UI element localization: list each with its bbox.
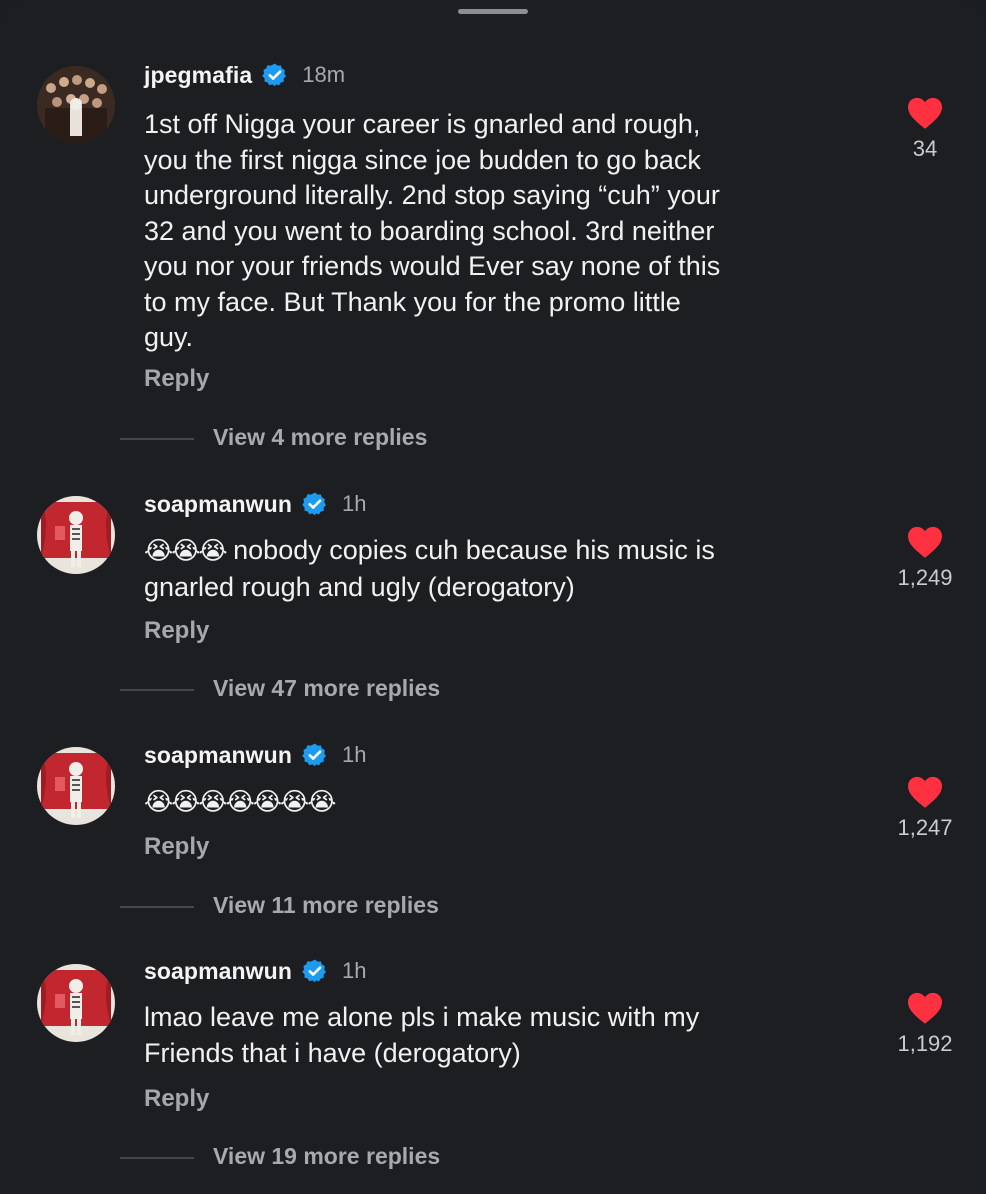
comment-header: soapmanwun 1h [144,740,366,770]
comment-header: jpegmafia 18m [144,60,345,90]
reply-button[interactable]: Reply [144,1085,209,1113]
heart-icon [908,992,942,1024]
avatar-jpegmafia[interactable] [37,66,115,144]
timestamp: 1h [341,958,367,983]
comment-body: nobody copies cuh because his music is g… [144,535,715,602]
reply-button[interactable]: Reply [144,617,209,645]
heart-icon [908,97,942,129]
avatar-soapmanwun[interactable] [37,496,115,574]
avatar-soapmanwun[interactable] [37,964,115,1042]
comment-header: soapmanwun 1h [144,956,366,986]
like-button[interactable]: 34 [880,96,970,162]
like-count: 1,192 [897,1031,953,1056]
comment-text: 😭😭😭 nobody copies cuh because his music … [144,533,884,605]
timestamp: 18m [302,62,346,87]
heart-icon [908,776,942,808]
replies-divider [120,438,194,440]
drag-handle[interactable] [458,9,528,14]
replies-divider [120,689,194,691]
username[interactable]: jpegmafia [144,62,252,89]
like-button[interactable]: 1,192 [880,991,970,1057]
verified-badge-icon [302,743,326,767]
username[interactable]: soapmanwun [144,491,292,518]
heart-icon [908,526,942,558]
verified-badge-icon [302,959,326,983]
reply-button[interactable]: Reply [144,833,209,861]
like-button[interactable]: 1,249 [880,525,970,591]
replies-divider [120,1157,194,1159]
timestamp: 1h [341,491,367,516]
comment-header: soapmanwun 1h [144,489,366,519]
like-count: 1,247 [897,815,953,840]
comment-text: lmao leave me alone pls i make music wit… [144,1002,700,1068]
reply-button[interactable]: Reply [144,365,209,393]
verified-badge-icon [262,63,287,87]
view-replies-button[interactable]: View 47 more replies [213,675,440,702]
avatar-soapmanwun[interactable] [37,747,115,825]
like-count: 34 [912,136,938,161]
comment-text: 😭😭😭😭😭😭😭 [144,784,884,821]
username[interactable]: soapmanwun [144,958,292,985]
like-count: 1,249 [897,565,953,590]
crying-emoji-icon: 😭😭😭 [144,537,228,565]
comments-sheet: jpegmafia 18m 1st off Nigga your career … [0,0,986,1194]
view-replies-button[interactable]: View 11 more replies [213,892,439,919]
view-replies-button[interactable]: View 4 more replies [213,424,427,451]
verified-badge-icon [302,492,326,516]
crying-emoji-icon: 😭😭😭😭😭😭😭 [144,788,336,816]
view-replies-button[interactable]: View 19 more replies [213,1143,440,1170]
username[interactable]: soapmanwun [144,742,292,769]
replies-divider [120,906,194,908]
timestamp: 1h [341,742,367,767]
comment-text: 1st off Nigga your career is gnarled and… [144,109,721,352]
like-button[interactable]: 1,247 [880,775,970,841]
